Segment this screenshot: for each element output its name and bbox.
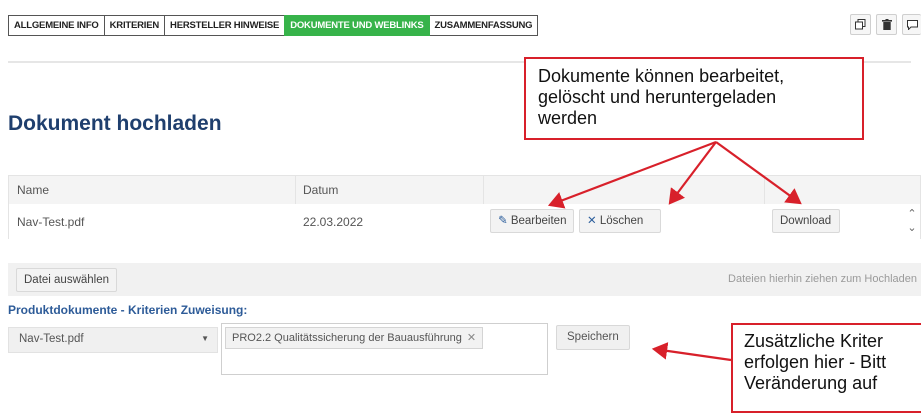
document-date: 22.03.2022: [303, 215, 364, 229]
document-select-value: Nav-Test.pdf: [19, 333, 84, 345]
criteria-chip: PRO2.2 Qualitätssicherung der Bauausführ…: [225, 327, 484, 349]
annotation-arrow: [651, 342, 732, 362]
pencil-icon: ✎: [498, 215, 508, 227]
comment-icon[interactable]: [902, 14, 921, 35]
edit-button-label: Bearbeiten: [510, 215, 567, 227]
delete-button[interactable]: ✕ Löschen: [579, 209, 661, 233]
annotation-callout-top: Dokumente können bearbeitet, gelöscht un…: [524, 57, 864, 140]
tab-zusammenfassung[interactable]: ZUSAMMENFASSUNG: [428, 15, 539, 36]
documents-table: Name Datum Nav-Test.pdf 22.03.2022 ✎ Bea…: [8, 175, 921, 239]
annotation-line: Veränderung auf: [744, 373, 878, 393]
remove-chip-icon[interactable]: ✕: [467, 332, 476, 344]
tab-kriterien[interactable]: KRITERIEN: [103, 15, 166, 36]
choose-file-button[interactable]: Datei auswählen: [16, 268, 118, 292]
column-header-datum: Datum: [303, 183, 339, 197]
page-title: Dokument hochladen: [8, 112, 222, 135]
tab-hersteller-hinweise[interactable]: HERSTELLER HINWEISE: [164, 15, 286, 36]
close-icon: ✕: [587, 215, 597, 227]
delete-button-label: Löschen: [599, 215, 644, 227]
annotation-line: Dokumente können bearbeitet,: [538, 66, 785, 86]
row-reorder-control[interactable]: ⌃ ⌄: [905, 207, 919, 241]
criteria-chip-label: PRO2.2 Qualitätssicherung der Bauausführ…: [232, 332, 462, 344]
annotation-line: erfolgen hier - Bitt: [744, 352, 887, 372]
tab-dokumente-und-weblinks[interactable]: DOKUMENTE UND WEBLINKS: [284, 15, 430, 36]
assignment-heading: Produktdokumente - Kriterien Zuweisung:: [8, 303, 248, 317]
tab-allgemeine-info[interactable]: ALLGEMEINE INFO: [8, 15, 105, 36]
chevron-down-icon[interactable]: ⌄: [905, 221, 919, 235]
dropdown-arrow-icon: ▼: [201, 334, 209, 343]
trash-icon[interactable]: [876, 14, 897, 35]
download-button[interactable]: Download: [772, 209, 840, 233]
upload-dropzone[interactable]: Datei auswählen Dateien hierhin ziehen z…: [8, 263, 921, 296]
copy-icon[interactable]: [850, 14, 871, 35]
chevron-up-icon[interactable]: ⌃: [905, 207, 919, 221]
document-select[interactable]: Nav-Test.pdf ▼: [8, 327, 218, 353]
column-header-name: Name: [17, 183, 50, 197]
annotation-line: gelöscht und heruntergeladen: [538, 87, 777, 107]
annotation-callout-bottom: Zusätzliche Kriter erfolgen hier - Bitt …: [731, 323, 921, 413]
criteria-multiselect[interactable]: PRO2.2 Qualitätssicherung der Bauausführ…: [221, 323, 548, 375]
edit-button[interactable]: ✎ Bearbeiten: [490, 209, 575, 233]
document-name: Nav-Test.pdf: [17, 215, 85, 229]
table-header: Name Datum: [9, 176, 920, 205]
tab-bar: ALLGEMEINE INFO KRITERIEN HERSTELLER HIN…: [8, 15, 539, 36]
annotation-line: Zusätzliche Kriter: [744, 331, 884, 351]
table-row: Nav-Test.pdf 22.03.2022 ✎ Bearbeiten ✕ L…: [9, 204, 920, 239]
drop-hint: Dateien hierhin ziehen zum Hochladen: [728, 273, 917, 285]
annotation-line: werden: [538, 108, 598, 128]
save-button[interactable]: Speichern: [556, 325, 630, 350]
